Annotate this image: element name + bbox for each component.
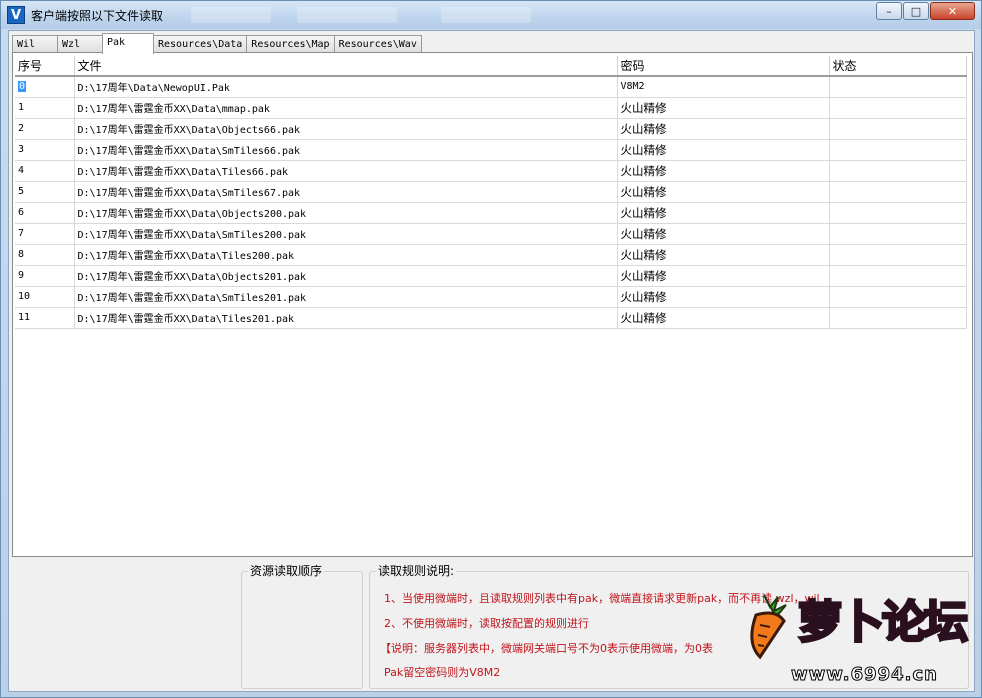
row-status-cell[interactable] (829, 286, 967, 308)
minimize-button[interactable]: – (876, 2, 902, 20)
row-index-cell[interactable]: 6 (15, 202, 75, 224)
table-row[interactable]: 2 D:\17周年\雷霆金币XX\Data\Objects66.pak 火山精修 (15, 118, 967, 140)
window-controls: – □ ✕ (876, 2, 975, 20)
row-status-cell[interactable] (829, 160, 967, 182)
rule-line-3: 【说明：服务器列表中，微端网关端口号不为0表示使用微端，为0表 (380, 642, 713, 655)
table-row[interactable]: 8 D:\17周年\雷霆金币XX\Data\Tiles200.pak 火山精修 (15, 244, 967, 266)
table-row[interactable]: 9 D:\17周年\雷霆金币XX\Data\Objects201.pak 火山精修 (15, 265, 967, 287)
rule-line-2: 2、不使用微端时，读取按配置的规则进行 (384, 617, 589, 630)
row-password-cell[interactable]: V8M2 (617, 76, 830, 98)
maximize-button[interactable]: □ (903, 2, 929, 20)
row-status-cell[interactable] (829, 97, 967, 119)
table-row[interactable]: 5 D:\17周年\雷霆金币XX\Data\SmTiles67.pak 火山精修 (15, 181, 967, 203)
row-status-cell[interactable] (829, 265, 967, 287)
row-file-cell[interactable]: D:\17周年\雷霆金币XX\Data\SmTiles67.pak (74, 181, 618, 203)
row-index-cell[interactable]: 9 (15, 265, 75, 287)
row-password-cell[interactable]: 火山精修 (617, 160, 830, 182)
row-password-cell[interactable]: 火山精修 (617, 118, 830, 140)
tab-resources-map[interactable]: Resources\Map (246, 35, 335, 53)
resource-order-title: 资源读取顺序 (248, 562, 325, 579)
carrot-logo-icon (750, 594, 787, 660)
read-rules-title: 读取规则说明: (376, 562, 457, 579)
row-index-cell[interactable]: 1 (15, 97, 75, 119)
row-index-cell[interactable]: 11 (15, 307, 75, 329)
title-bar[interactable]: V 客户端按照以下文件读取 – □ ✕ (1, 1, 981, 29)
row-status-cell[interactable] (829, 202, 967, 224)
tab-wzl[interactable]: Wzl (57, 35, 103, 53)
table-row[interactable]: 0 D:\17周年\Data\NewopUI.Pak V8M2 (15, 76, 967, 98)
tab-resources-data[interactable]: Resources\Data (153, 35, 248, 53)
row-password-cell[interactable]: 火山精修 (617, 97, 830, 119)
row-file-cell[interactable]: D:\17周年\Data\NewopUI.Pak (74, 76, 618, 98)
row-file-cell[interactable]: D:\17周年\雷霆金币XX\Data\Tiles66.pak (74, 160, 618, 182)
table-row[interactable]: 11 D:\17周年\雷霆金币XX\Data\Tiles201.pak 火山精修 (15, 307, 967, 329)
tab-resources-wav[interactable]: Resources\Wav (333, 35, 422, 53)
row-password-cell[interactable]: 火山精修 (617, 286, 830, 308)
close-button[interactable]: ✕ (930, 2, 975, 20)
tab-strip: Wil Wzl Pak Resources\Data Resources\Map Reso… (12, 33, 422, 54)
row-file-cell[interactable]: D:\17周年\雷霆金币XX\Data\SmTiles200.pak (74, 223, 618, 245)
table-row[interactable]: 3 D:\17周年\雷霆金币XX\Data\SmTiles66.pak 火山精修 (15, 139, 967, 161)
table-row[interactable]: 7 D:\17周年\雷霆金币XX\Data\SmTiles200.pak 火山精修 (15, 223, 967, 245)
tab-panel-pak: 序号 文件 密码 状态 0 D:\17周年\Data\NewopUI.Pak V8M… (12, 52, 973, 557)
row-status-cell[interactable] (829, 244, 967, 266)
row-status-cell[interactable] (829, 181, 967, 203)
tab-wil[interactable]: Wil (12, 35, 58, 53)
background-window-ghost (191, 7, 271, 23)
app-icon: V (7, 6, 25, 24)
row-file-cell[interactable]: D:\17周年\雷霆金币XX\Data\SmTiles66.pak (74, 139, 618, 161)
column-header-file[interactable]: 文件 (74, 56, 618, 77)
row-file-cell[interactable]: D:\17周年\雷霆金币XX\Data\Tiles201.pak (74, 307, 618, 329)
table-row[interactable]: 4 D:\17周年\雷霆金币XX\Data\Tiles66.pak 火山精修 (15, 160, 967, 182)
background-window-ghost (297, 7, 397, 23)
row-index-cell[interactable]: 8 (15, 244, 75, 266)
row-index-cell[interactable]: 7 (15, 223, 75, 245)
row-status-cell[interactable] (829, 118, 967, 140)
table-row[interactable]: 10 D:\17周年\雷霆金币XX\Data\SmTiles201.pak 火山精修 (15, 286, 967, 308)
row-index-cell[interactable]: 3 (15, 139, 75, 161)
selected-index-text: 0 (18, 81, 27, 93)
row-password-cell[interactable]: 火山精修 (617, 244, 830, 266)
row-status-cell[interactable] (829, 223, 967, 245)
row-index-cell[interactable]: 0 (15, 76, 75, 98)
row-status-cell[interactable] (829, 76, 967, 98)
column-header-password[interactable]: 密码 (617, 56, 830, 77)
row-status-cell[interactable] (829, 139, 967, 161)
rule-line-4: Pak留空密码则为V8M2 (384, 666, 501, 679)
app-window: V 客户端按照以下文件读取 – □ ✕ Wil Wzl Pak Resources\D… (0, 0, 982, 698)
row-index-cell[interactable]: 4 (15, 160, 75, 182)
row-password-cell[interactable]: 火山精修 (617, 265, 830, 287)
row-password-cell[interactable]: 火山精修 (617, 181, 830, 203)
window-title: 客户端按照以下文件读取 (31, 9, 164, 23)
tab-pak[interactable]: Pak (102, 33, 154, 54)
table-row[interactable]: 6 D:\17周年\雷霆金币XX\Data\Objects200.pak 火山精修 (15, 202, 967, 224)
row-status-cell[interactable] (829, 307, 967, 329)
watermark-title: 萝卜论坛 (797, 596, 970, 650)
column-header-status[interactable]: 状态 (829, 56, 967, 77)
background-window-ghost (441, 7, 531, 23)
row-file-cell[interactable]: D:\17周年\雷霆金币XX\Data\SmTiles201.pak (74, 286, 618, 308)
forum-watermark: 萝卜论坛 www.6994.cn (736, 576, 976, 691)
row-password-cell[interactable]: 火山精修 (617, 307, 830, 329)
row-file-cell[interactable]: D:\17周年\雷霆金币XX\Data\Objects200.pak (74, 202, 618, 224)
table-row[interactable]: 1 D:\17周年\雷霆金币XX\Data\mmap.pak 火山精修 (15, 97, 967, 119)
row-file-cell[interactable]: D:\17周年\雷霆金币XX\Data\mmap.pak (74, 97, 618, 119)
column-header-index[interactable]: 序号 (15, 56, 75, 77)
row-file-cell[interactable]: D:\17周年\雷霆金币XX\Data\Tiles200.pak (74, 244, 618, 266)
row-password-cell[interactable]: 火山精修 (617, 202, 830, 224)
row-file-cell[interactable]: D:\17周年\雷霆金币XX\Data\Objects66.pak (74, 118, 618, 140)
row-password-cell[interactable]: 火山精修 (617, 139, 830, 161)
row-password-cell[interactable]: 火山精修 (617, 223, 830, 245)
row-index-cell[interactable]: 5 (15, 181, 75, 203)
resource-order-group: 资源读取顺序 (241, 562, 363, 689)
watermark-url: www.6994.cn (791, 664, 938, 686)
row-index-cell[interactable]: 10 (15, 286, 75, 308)
row-file-cell[interactable]: D:\17周年\雷霆金币XX\Data\Objects201.pak (74, 265, 618, 287)
table-header-row: 序号 文件 密码 状态 (15, 56, 967, 77)
file-table: 序号 文件 密码 状态 0 D:\17周年\Data\NewopUI.Pak V8M… (15, 56, 967, 329)
row-index-cell[interactable]: 2 (15, 118, 75, 140)
